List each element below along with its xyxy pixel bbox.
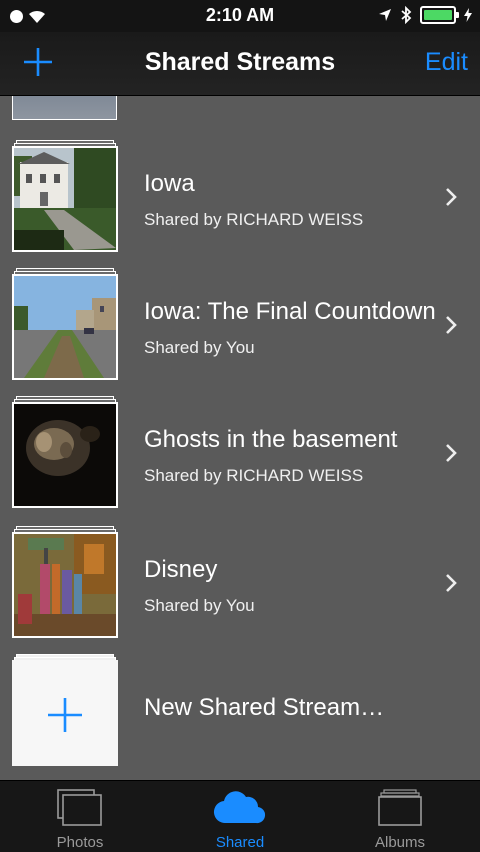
page-title: Shared Streams xyxy=(144,48,336,76)
battery-icon xyxy=(420,6,459,24)
stream-row-iowa-final-countdown[interactable]: Iowa: The Final Countdown Shared by You xyxy=(0,268,480,384)
location-arrow-icon xyxy=(379,9,391,21)
plus-icon xyxy=(48,698,82,732)
partial-stream-thumbnail[interactable] xyxy=(12,96,117,120)
stream-shared-by: Shared by You xyxy=(144,596,255,615)
new-stream-placeholder xyxy=(12,660,118,766)
tab-photos[interactable]: Photos xyxy=(0,781,160,852)
cloud-icon xyxy=(213,791,266,824)
stream-row-disney[interactable]: Disney Shared by You xyxy=(0,526,480,642)
new-shared-stream-row[interactable]: New Shared Stream… xyxy=(0,654,480,770)
stream-thumbnail-ghosts-basement xyxy=(12,402,118,508)
albums-icon xyxy=(378,789,422,826)
stream-row-ghosts-basement[interactable]: Ghosts in the basement Shared by RICHARD… xyxy=(0,396,480,512)
tab-label: Shared xyxy=(215,834,265,851)
stream-shared-by: Shared by RICHARD WEISS xyxy=(144,210,364,229)
stream-thumbnail-disney xyxy=(12,532,118,638)
chevron-right-icon xyxy=(446,188,457,206)
stream-row-iowa[interactable]: Iowa Shared by RICHARD WEISS xyxy=(0,140,480,256)
chevron-right-icon xyxy=(446,574,457,592)
navigation-bar: Shared Streams Edit xyxy=(0,32,480,96)
chevron-right-icon xyxy=(446,444,457,462)
charging-bolt-icon xyxy=(464,8,472,22)
status-indicators xyxy=(378,6,472,24)
stream-thumbnail-stack xyxy=(12,396,118,508)
stream-thumbnail-iowa-final-countdown xyxy=(12,274,118,380)
stream-thumbnail-stack xyxy=(12,526,118,638)
stream-title: Iowa xyxy=(144,170,195,197)
streams-list[interactable]: Iowa Shared by RICHARD WEISS Iowa: The F… xyxy=(0,96,480,780)
status-bar: 2:10 AM xyxy=(0,0,480,32)
chevron-right-icon xyxy=(446,316,457,334)
stream-thumbnail-stack xyxy=(12,268,118,380)
new-stream-label: New Shared Stream… xyxy=(144,694,385,721)
new-stream-thumbnail-stack xyxy=(12,654,118,766)
stream-shared-by: Shared by You xyxy=(144,338,255,357)
stream-title: Iowa: The Final Countdown xyxy=(144,298,436,325)
tab-shared[interactable]: Shared xyxy=(160,781,320,852)
stream-title: Ghosts in the basement xyxy=(144,426,398,453)
stream-thumbnail-iowa xyxy=(12,146,118,252)
bluetooth-icon xyxy=(401,6,412,24)
tab-label: Albums xyxy=(374,834,426,851)
edit-button[interactable]: Edit xyxy=(425,48,468,77)
tab-albums[interactable]: Albums xyxy=(320,781,480,852)
photos-icon xyxy=(57,789,102,826)
stream-thumbnail-stack xyxy=(12,140,118,252)
stream-title: Disney xyxy=(144,556,218,583)
tab-bar: Photos Shared Albums xyxy=(0,780,480,852)
stream-shared-by: Shared by RICHARD WEISS xyxy=(144,466,364,485)
tab-label: Photos xyxy=(56,834,104,851)
